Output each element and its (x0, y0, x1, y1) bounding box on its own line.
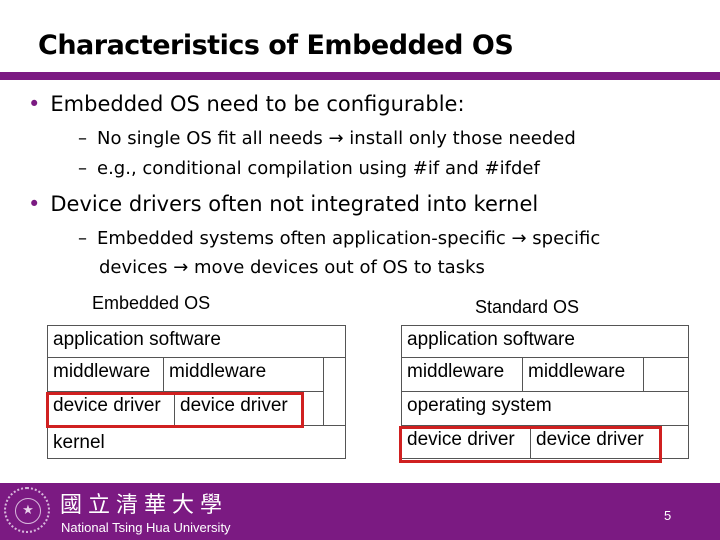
embedded-os-label: Embedded OS (92, 293, 211, 313)
sub-bullet-continuation: devices → move devices out of OS to task… (99, 257, 485, 278)
bullet-text: Embedded OS need to be configurable: (50, 92, 465, 116)
layer-middleware: middleware (401, 357, 523, 392)
university-seal-logo: ★ (4, 487, 50, 533)
sub-bullet-text: Embedded systems often application-speci… (97, 228, 601, 249)
layer-kernel: kernel (47, 425, 346, 459)
layer-application: application software (47, 325, 346, 358)
layer-middleware: middleware (522, 357, 644, 392)
sub-bullet: – Embedded systems often application-spec… (78, 228, 601, 249)
layer-middleware: middleware (47, 357, 164, 392)
title-rule (0, 72, 720, 80)
highlight-box (399, 426, 662, 463)
sub-bullet: – e.g., conditional compilation using #if… (78, 158, 540, 179)
layer-application: application software (401, 325, 689, 358)
university-name: National Tsing Hua University (61, 520, 231, 535)
bullet-text: Device drivers often not integrated into… (50, 192, 539, 216)
layer-operating-system: operating system (401, 391, 689, 426)
bullet-2: • Device drivers often not integrated int… (28, 192, 539, 216)
standard-os-label: Standard OS (475, 297, 580, 317)
star-icon: ★ (15, 498, 41, 524)
slide-title: Characteristics of Embedded OS (38, 30, 514, 61)
sub-bullet-text: e.g., conditional compilation using #if … (97, 158, 540, 179)
page-number: 5 (664, 508, 672, 523)
layer-middleware: middleware (163, 357, 324, 392)
bullet-1: • Embedded OS need to be configurable: (28, 92, 465, 116)
highlight-box (46, 392, 304, 428)
university-logo-chinese: 國立清華大學 (60, 493, 229, 518)
sub-bullet: – No single OS fit all needs → install on… (78, 128, 576, 149)
sub-bullet-text: No single OS fit all needs → install onl… (97, 128, 576, 149)
